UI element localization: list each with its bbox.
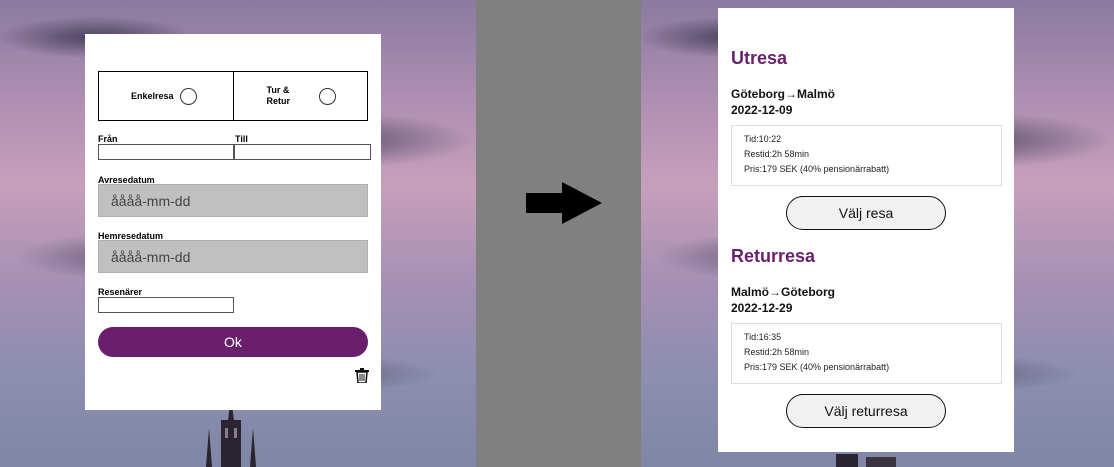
return-price: Pris:179 SEK (40% pensionärrabatt) bbox=[744, 362, 890, 372]
return-date: 2022-12-29 bbox=[731, 301, 793, 315]
departure-date-input[interactable]: åååå-mm-dd bbox=[98, 184, 368, 217]
trash-icon[interactable] bbox=[355, 368, 369, 383]
to-label: Till bbox=[235, 134, 248, 144]
one-way-label: Enkelresa bbox=[131, 91, 174, 101]
to-input[interactable] bbox=[234, 144, 371, 160]
outbound-time: Tid:10:22 bbox=[744, 134, 782, 144]
return-heading: Returresa bbox=[731, 246, 816, 266]
select-trip-button[interactable]: Välj resa bbox=[786, 196, 946, 230]
outbound-details: Tid:10:22 Restid:2h 58min Pris:179 SEK (… bbox=[731, 125, 1002, 186]
outbound-route: Göteborg→Malmö bbox=[731, 87, 835, 101]
return-duration: Restid:2h 58min bbox=[744, 347, 810, 357]
outbound-date: 2022-12-09 bbox=[731, 103, 793, 117]
return-details: Tid:16:35 Restid:2h 58min Pris:179 SEK (… bbox=[731, 323, 1002, 384]
trip-type-selector: Enkelresa Tur & Retur bbox=[98, 71, 368, 121]
church-tower-silhouette bbox=[836, 454, 896, 467]
right-arrow-icon bbox=[526, 182, 602, 224]
outbound-heading: Utresa bbox=[731, 48, 788, 68]
from-input[interactable] bbox=[98, 144, 234, 160]
select-return-trip-button[interactable]: Välj returresa bbox=[786, 394, 946, 428]
booking-form: Enkelresa Tur & Retur Från Till Avreseda… bbox=[85, 34, 381, 410]
middle-divider-panel bbox=[476, 0, 641, 467]
round-trip-label: Tur & Retur bbox=[266, 85, 291, 106]
return-route: Malmö→Göteborg bbox=[731, 285, 835, 299]
from-label: Från bbox=[98, 134, 118, 144]
return-time: Tid:16:35 bbox=[744, 332, 782, 342]
outbound-price: Pris:179 SEK (40% pensionärrabatt) bbox=[744, 164, 890, 174]
one-way-radio[interactable] bbox=[180, 88, 197, 105]
ok-button[interactable]: Ok bbox=[98, 327, 368, 357]
return-date-input[interactable]: åååå-mm-dd bbox=[98, 240, 368, 273]
round-trip-radio[interactable] bbox=[318, 88, 336, 105]
travelers-input[interactable] bbox=[98, 297, 234, 313]
round-trip-option[interactable]: Tur & Retur bbox=[232, 72, 368, 120]
outbound-duration: Restid:2h 58min bbox=[744, 149, 810, 159]
travelers-label: Resenärer bbox=[98, 287, 143, 297]
trip-results-card: Utresa Göteborg→Malmö 2022-12-09 Tid:10:… bbox=[718, 8, 1014, 452]
one-way-option[interactable]: Enkelresa bbox=[99, 72, 233, 120]
